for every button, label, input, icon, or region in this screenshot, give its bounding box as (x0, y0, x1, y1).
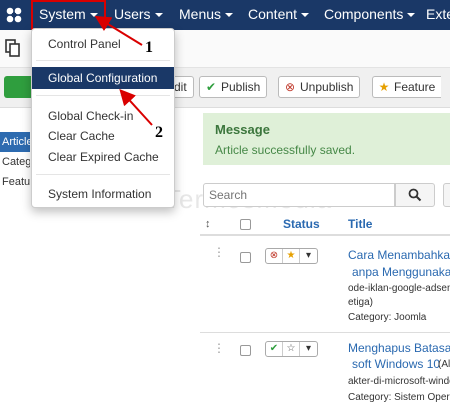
annotation-number-2: 2 (155, 124, 163, 141)
row-checkbox[interactable] (240, 252, 251, 263)
menu-divider (36, 95, 170, 96)
check-icon[interactable]: ✔ (266, 342, 283, 356)
sidebar-item-label: Article (2, 136, 30, 148)
nav-extensions-label: Exte (426, 6, 450, 22)
article-category: Category: Joomla (348, 312, 427, 323)
publish-label: Publish (221, 80, 261, 94)
nav-system-label: System (39, 6, 86, 22)
article-alias-label: (Ali (438, 359, 450, 370)
feature-button[interactable]: ★ Feature (372, 76, 442, 98)
nav-menus-label: Menus (179, 6, 222, 22)
article-title-link-cont[interactable]: soft Windows 10 (352, 357, 440, 371)
feature-label: Feature (394, 80, 436, 94)
unpublish-button[interactable]: ⊗ Unpublish (278, 76, 361, 98)
check-icon: ✔ (205, 80, 217, 94)
sidebar-item-articles[interactable]: Article (0, 132, 30, 152)
unpublish-icon[interactable]: ⊗ (266, 249, 283, 263)
menu-item-clear-expired-cache[interactable]: Clear Expired Cache (32, 146, 174, 168)
chevron-down-icon (301, 13, 310, 18)
chevron-down-icon (89, 13, 98, 18)
unpublish-label: Unpublish (300, 80, 354, 94)
table-header (200, 212, 450, 236)
sidebar-item-categories[interactable]: Categ (0, 152, 30, 172)
menu-item-global-configuration[interactable]: Global Configuration (32, 67, 174, 89)
nav-menus[interactable]: Menus (173, 0, 239, 30)
menu-item-global-check-in[interactable]: Global Check-in (32, 105, 174, 127)
menu-item-label: Clear Cache (48, 129, 115, 143)
row-divider (200, 332, 450, 333)
menu-divider (36, 60, 170, 61)
menu-item-label: Control Panel (48, 37, 121, 51)
status-toggle-group: ✔ ☆ ▾ (265, 341, 318, 357)
drag-handle-icon[interactable]: ⋮ (213, 341, 225, 355)
menu-item-system-information[interactable]: System Information (32, 183, 174, 205)
menu-item-label: Global Check-in (48, 109, 134, 123)
search-icon (408, 188, 422, 202)
sidebar-item-label: Featu (2, 176, 30, 188)
joomla-logo-icon[interactable] (4, 5, 24, 25)
menu-item-label: System Information (48, 187, 152, 201)
chevron-down-icon (154, 13, 163, 18)
message-body: Article successfully saved. (215, 143, 356, 157)
article-category: Category: Sistem Operas (348, 392, 450, 403)
menu-item-label: Clear Expired Cache (48, 150, 159, 164)
search-input[interactable] (203, 183, 395, 207)
column-title-label: Title (348, 217, 373, 231)
article-alias-cont: etiga) (348, 297, 374, 308)
nav-components[interactable]: Components (318, 0, 421, 30)
article-title-link-cont[interactable]: anpa Menggunakan (352, 265, 450, 279)
chevron-down-icon[interactable]: ▾ (300, 249, 317, 263)
success-message: Message Article successfully saved. (203, 113, 450, 165)
publish-button[interactable]: ✔ Publish (199, 76, 268, 98)
nav-system[interactable]: System (31, 0, 106, 30)
chevron-down-icon[interactable]: ▾ (300, 342, 317, 356)
column-status[interactable]: Status (283, 217, 320, 231)
menu-item-label: Global Configuration (48, 71, 158, 85)
sidebar-item-label: Categ (2, 156, 30, 168)
menu-item-clear-cache[interactable]: Clear Cache (32, 125, 174, 147)
nav-content[interactable]: Content (242, 0, 315, 30)
article-title-link[interactable]: Cara Menambahkan (348, 248, 450, 262)
article-alias: ode-iklan-google-adsen (348, 283, 450, 294)
unpublish-icon: ⊗ (284, 80, 296, 94)
nav-extensions[interactable]: Exte (420, 0, 450, 30)
edit-label: dit (174, 80, 187, 94)
nav-components-label: Components (324, 6, 404, 22)
article-title-link[interactable]: Menghapus Batasar (348, 341, 450, 355)
article-alias: akter-di-microsoft-windo (348, 376, 450, 387)
star-outline-icon[interactable]: ☆ (283, 342, 300, 356)
drag-handle-icon[interactable]: ⋮ (213, 245, 225, 259)
search-button[interactable] (395, 183, 435, 207)
row-checkbox[interactable] (240, 345, 251, 356)
clear-button[interactable] (443, 183, 450, 207)
sort-arrow-icon[interactable]: ↕ (205, 218, 211, 230)
chevron-down-icon (407, 13, 416, 18)
menu-divider (36, 174, 170, 175)
nav-content-label: Content (248, 6, 298, 22)
chevron-down-icon (225, 13, 234, 18)
sidebar-item-featured[interactable]: Featu (0, 172, 30, 192)
nav-users[interactable]: Users (108, 0, 169, 30)
star-icon[interactable]: ★ (283, 249, 300, 263)
nav-users-label: Users (114, 6, 151, 22)
column-status-label: Status (283, 217, 320, 231)
status-toggle-group: ⊗ ★ ▾ (265, 248, 318, 264)
select-all-checkbox[interactable] (240, 219, 251, 230)
star-icon: ★ (378, 80, 390, 94)
column-title[interactable]: Title (348, 217, 372, 231)
message-title: Message (215, 122, 270, 137)
system-dropdown-menu: Control Panel Global Configuration Globa… (31, 28, 175, 208)
annotation-number-1: 1 (145, 39, 153, 56)
copy-icon (5, 39, 20, 57)
